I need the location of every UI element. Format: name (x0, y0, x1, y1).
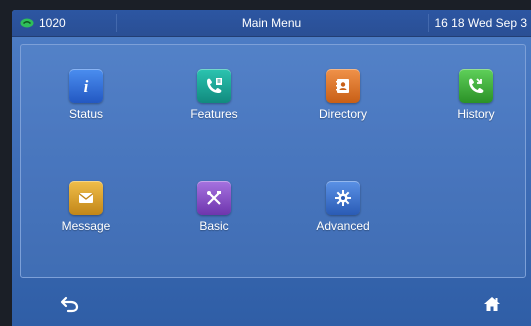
menu-item-label: Basic (199, 219, 229, 233)
back-button[interactable] (56, 290, 84, 318)
menu-item-label: Message (61, 219, 111, 233)
menu-item-label: Status (68, 107, 104, 121)
status-bar: 1020 Main Menu 16 18 Wed Sep 3 (12, 10, 531, 37)
date-time: 16 18 Wed Sep 3 (434, 16, 527, 30)
svg-text:i: i (84, 77, 89, 96)
menu-item-label: Features (190, 107, 238, 121)
menu-item-label: Directory (318, 107, 367, 121)
tools-icon (197, 181, 231, 215)
menu-item-features[interactable]: Features (169, 69, 259, 129)
menu-item-label: Advanced (316, 219, 370, 233)
menu-item-advanced[interactable]: Advanced (298, 181, 388, 241)
main-menu-panel: i Status Features Directory History Mess… (20, 44, 526, 278)
home-button[interactable] (478, 290, 506, 318)
phone-device: 1020 Main Menu 16 18 Wed Sep 3 i Status (0, 0, 531, 326)
phone-screen: 1020 Main Menu 16 18 Wed Sep 3 i Status (12, 10, 531, 326)
call-history-icon (459, 69, 493, 103)
menu-item-directory[interactable]: Directory (298, 69, 388, 129)
info-icon: i (69, 69, 103, 103)
menu-item-label: History (457, 107, 495, 121)
menu-item-status[interactable]: i Status (41, 69, 131, 129)
envelope-icon (69, 181, 103, 215)
home-icon (484, 297, 500, 311)
menu-item-message[interactable]: Message (41, 181, 131, 241)
bottom-nav-bar (12, 280, 531, 326)
back-arrow-icon (60, 296, 79, 313)
contact-book-icon (326, 69, 360, 103)
gear-icon (326, 181, 360, 215)
features-phone-icon (197, 69, 231, 103)
menu-item-basic[interactable]: Basic (169, 181, 259, 241)
status-divider (428, 14, 429, 32)
menu-item-history[interactable]: History (431, 69, 521, 129)
